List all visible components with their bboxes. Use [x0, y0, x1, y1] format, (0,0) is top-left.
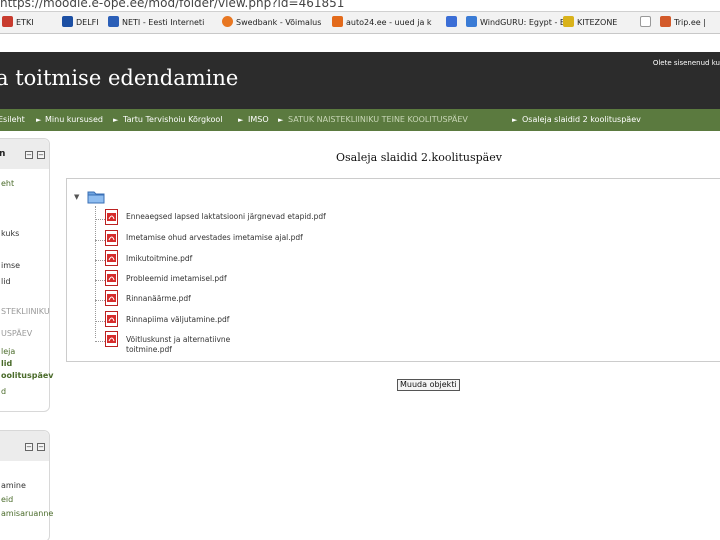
edit-folder-button[interactable]: Muuda objekti	[397, 379, 460, 391]
kitezone-favicon	[563, 16, 574, 27]
site-title: a toitmise edendamine	[0, 66, 239, 90]
bookmark-windguru[interactable]: WindGURU: Egypt - E	[466, 16, 565, 30]
settings-item[interactable]: eid	[1, 495, 13, 504]
file-link[interactable]: Imikutoitmine.pdf	[126, 254, 192, 264]
breadcrumb-imso[interactable]: IMSO	[248, 115, 269, 124]
delfi-favicon	[62, 16, 73, 27]
bookmark-blank[interactable]	[640, 16, 654, 30]
bookmarks-bar: ETKI DELFI NETI - Eesti Interneti Swedba…	[0, 12, 720, 34]
bookmark-etki[interactable]: ETKI	[2, 16, 34, 30]
navigation-block-title: n	[0, 149, 6, 159]
tree-line	[95, 206, 96, 338]
breadcrumb-arrow-icon: ►	[238, 116, 244, 124]
nav-item[interactable]: d	[1, 387, 6, 396]
nav-item-current[interactable]: lid	[1, 359, 12, 368]
nav-item[interactable]: USPÄEV	[1, 329, 32, 338]
address-bar[interactable]: https://moodle.e-ope.ee/mod/folder/view.…	[0, 0, 720, 12]
breadcrumb-my-courses[interactable]: Minu kursused	[45, 115, 103, 124]
bookmark-google[interactable]	[446, 16, 460, 30]
pdf-icon	[105, 230, 118, 246]
page-icon	[640, 16, 651, 27]
settings-block-header: − −	[0, 431, 49, 461]
file-link[interactable]: Imetamise ohud arvestades imetamise ajal…	[126, 233, 303, 243]
tripee-favicon	[660, 16, 671, 27]
url-text: https://moodle.e-ope.ee/mod/folder/view.…	[0, 0, 345, 10]
breadcrumb-arrow-icon: ►	[512, 116, 518, 124]
settings-item[interactable]: amine	[1, 481, 26, 490]
page-title: Osaleja slaidid 2.koolituspäev	[336, 151, 502, 164]
nav-item[interactable]: lid	[1, 277, 11, 286]
nav-item[interactable]: leja	[1, 347, 15, 356]
nav-item[interactable]: kuks	[1, 229, 19, 238]
google-favicon	[446, 16, 457, 27]
pdf-icon	[105, 331, 118, 347]
breadcrumb-arrow-icon: ►	[278, 116, 284, 124]
breadcrumb: Esileht ► Minu kursused ► Tartu Tervisho…	[0, 109, 720, 131]
file-link[interactable]: Enneaegsed lapsed laktatsiooni järgnevad…	[126, 212, 326, 222]
bookmark-delfi[interactable]: DELFI	[62, 16, 99, 30]
site-header: a toitmise edendamine Olete sisenenud ku	[0, 52, 720, 109]
neti-favicon	[108, 16, 119, 27]
file-link[interactable]: Rinnanäärme.pdf	[126, 294, 191, 304]
bookmark-auto24[interactable]: auto24.ee - uued ja k	[332, 16, 432, 30]
file-link-line2[interactable]: toitmine.pdf	[126, 345, 172, 355]
breadcrumb-course[interactable]: SATUK NAISTEKLIINIKU TEINE KOOLITUSPÄEV	[288, 115, 468, 124]
bookmark-kitezone[interactable]: KITEZONE	[563, 16, 617, 30]
file-link[interactable]: Võitluskunst ja alternatiivne	[126, 335, 230, 345]
file-link[interactable]: Probleemid imetamisel.pdf	[126, 274, 227, 284]
etki-favicon	[2, 16, 13, 27]
collapse-icon[interactable]: −	[37, 443, 45, 451]
folder-icon[interactable]	[87, 190, 105, 204]
breadcrumb-school[interactable]: Tartu Tervishoiu Kõrgkool	[123, 115, 223, 124]
collapse-triangle-icon[interactable]: ▼	[74, 193, 79, 201]
dock-icon[interactable]: −	[25, 151, 33, 159]
nav-item-current[interactable]: oolituspäev	[1, 371, 54, 380]
file-link[interactable]: Rinnapiima väljutamine.pdf	[126, 315, 229, 325]
swedbank-favicon	[222, 16, 233, 27]
bookmark-swedbank[interactable]: Swedbank - Võimalus	[222, 16, 321, 30]
navigation-block: n − − eht kuks imse lid STEKLIINIKU USPÄ…	[0, 138, 54, 412]
collapse-icon[interactable]: −	[37, 151, 45, 159]
pdf-icon	[105, 290, 118, 306]
nav-item[interactable]: eht	[1, 179, 14, 188]
bookmark-tripee[interactable]: Trip.ee |	[660, 16, 706, 30]
dock-icon[interactable]: −	[25, 443, 33, 451]
pdf-icon	[105, 270, 118, 286]
settings-block: − − amine eid amisaruanne	[0, 430, 53, 540]
nav-item[interactable]: imse	[1, 261, 20, 270]
breadcrumb-current: Osaleja slaidid 2 koolituspäev	[522, 115, 641, 124]
navigation-block-header: n − −	[0, 139, 49, 169]
pdf-icon	[105, 311, 118, 327]
pdf-icon	[105, 209, 118, 225]
login-info[interactable]: Olete sisenenud ku	[653, 59, 720, 67]
breadcrumb-home[interactable]: Esileht	[0, 115, 25, 124]
auto24-favicon	[332, 16, 343, 27]
windguru-favicon	[466, 16, 477, 27]
nav-item[interactable]: STEKLIINIKU	[1, 307, 50, 316]
pdf-icon	[105, 250, 118, 266]
breadcrumb-arrow-icon: ►	[36, 116, 42, 124]
breadcrumb-arrow-icon: ►	[113, 116, 119, 124]
settings-item[interactable]: amisaruanne	[1, 509, 53, 518]
bookmark-neti[interactable]: NETI - Eesti Interneti	[108, 16, 204, 30]
